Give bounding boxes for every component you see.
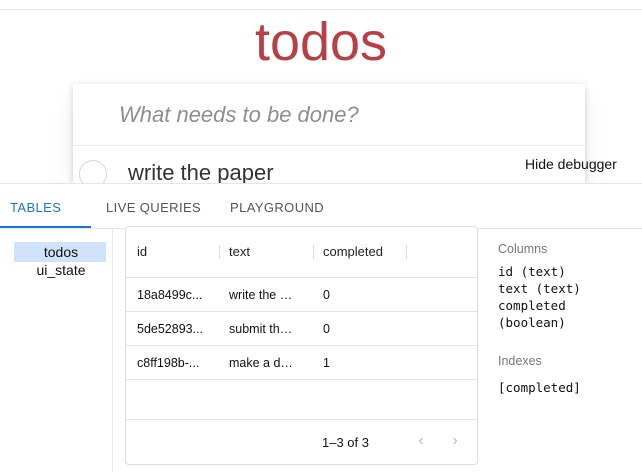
tab-playground[interactable]: PLAYGROUND — [230, 200, 324, 215]
cell-id: c8ff198b-... — [137, 356, 200, 370]
chevron-right-icon[interactable]: › — [444, 430, 466, 452]
todo-label[interactable]: write the paper — [128, 160, 274, 184]
schema-index: [completed] — [498, 380, 581, 395]
schema-column: completed — [498, 298, 566, 313]
column-header-id[interactable]: id — [137, 244, 147, 259]
cell-id: 18a8499c... — [137, 288, 203, 302]
cell-id: 5de52893... — [137, 322, 204, 336]
column-header-text[interactable]: text — [229, 244, 250, 259]
new-todo-input[interactable] — [73, 84, 585, 146]
table-row[interactable]: 5de52893... submit th… 0 — [126, 312, 477, 346]
cell-text: submit th… — [229, 322, 293, 336]
debugger-panel: TABLES LIVE QUERIES PLAYGROUND todos ui_… — [0, 183, 642, 472]
schema-column: id (text) — [498, 264, 566, 279]
table-row[interactable]: 18a8499c... write the … 0 — [126, 278, 477, 312]
cell-completed: 0 — [323, 322, 330, 336]
cell-text: make a d… — [229, 356, 293, 370]
grid-footer: 1–3 of 3 ‹ › — [126, 419, 477, 465]
todo-card: write the paper — [73, 84, 585, 184]
sidebar-divider — [112, 229, 113, 472]
table-row[interactable]: c8ff198b-... make a d… 1 — [126, 346, 477, 380]
table-list-item-ui-state[interactable]: ui_state — [14, 260, 106, 280]
column-separator[interactable] — [406, 245, 407, 259]
pagination-text: 1–3 of 3 — [322, 435, 369, 450]
hide-debugger-button[interactable]: Hide debugger — [525, 156, 617, 172]
indexes-heading: Indexes — [498, 354, 542, 368]
column-header-completed[interactable]: completed — [323, 244, 383, 259]
data-grid: id text completed 18a8499c... write the … — [125, 226, 478, 465]
chevron-left-icon[interactable]: ‹ — [410, 430, 432, 452]
todo-item: write the paper — [73, 146, 585, 184]
schema-column: text (text) — [498, 281, 581, 296]
debugger-tabs: TABLES LIVE QUERIES PLAYGROUND — [0, 184, 642, 228]
cell-completed: 0 — [323, 288, 330, 302]
tab-tables[interactable]: TABLES — [10, 200, 61, 215]
table-list-item-todos[interactable]: todos — [14, 242, 106, 262]
grid-header: id text completed — [126, 227, 477, 278]
columns-heading: Columns — [498, 242, 548, 256]
tab-live-queries[interactable]: LIVE QUERIES — [106, 200, 201, 215]
column-separator[interactable] — [219, 245, 220, 259]
cell-text: write the … — [229, 288, 293, 302]
schema-column: (boolean) — [498, 315, 566, 330]
app-title: todos — [254, 12, 388, 72]
todo-toggle-checkbox[interactable] — [79, 160, 107, 184]
cell-completed: 1 — [323, 356, 330, 370]
column-separator[interactable] — [313, 245, 314, 259]
